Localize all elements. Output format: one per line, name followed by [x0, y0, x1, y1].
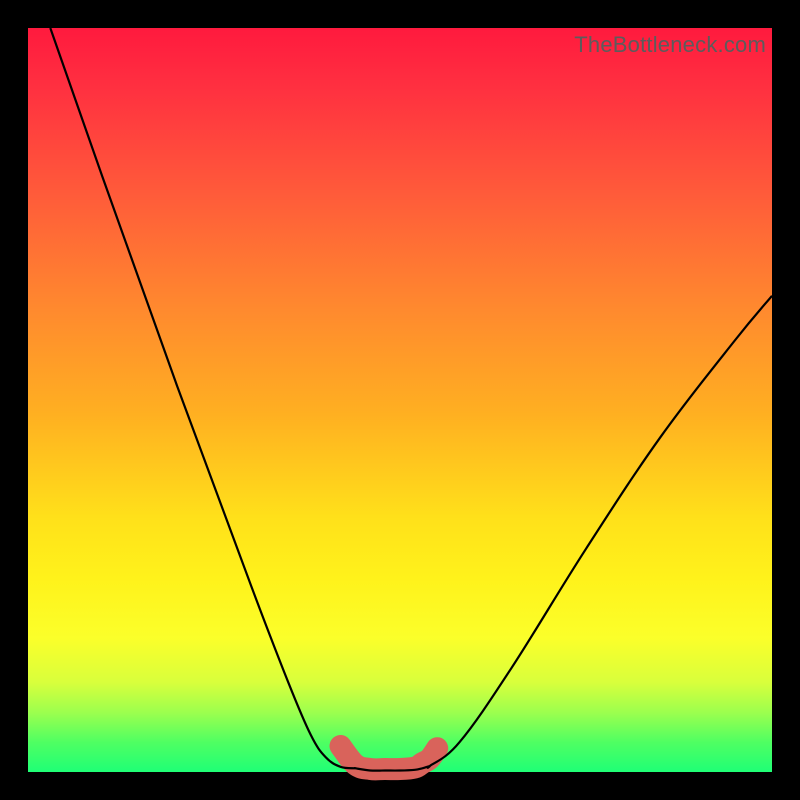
bottleneck-curve-path [50, 28, 772, 771]
highlight-band-path [341, 746, 438, 769]
chart-frame: TheBottleneck.com [0, 0, 800, 800]
chart-svg [28, 28, 772, 772]
plot-area: TheBottleneck.com [28, 28, 772, 772]
